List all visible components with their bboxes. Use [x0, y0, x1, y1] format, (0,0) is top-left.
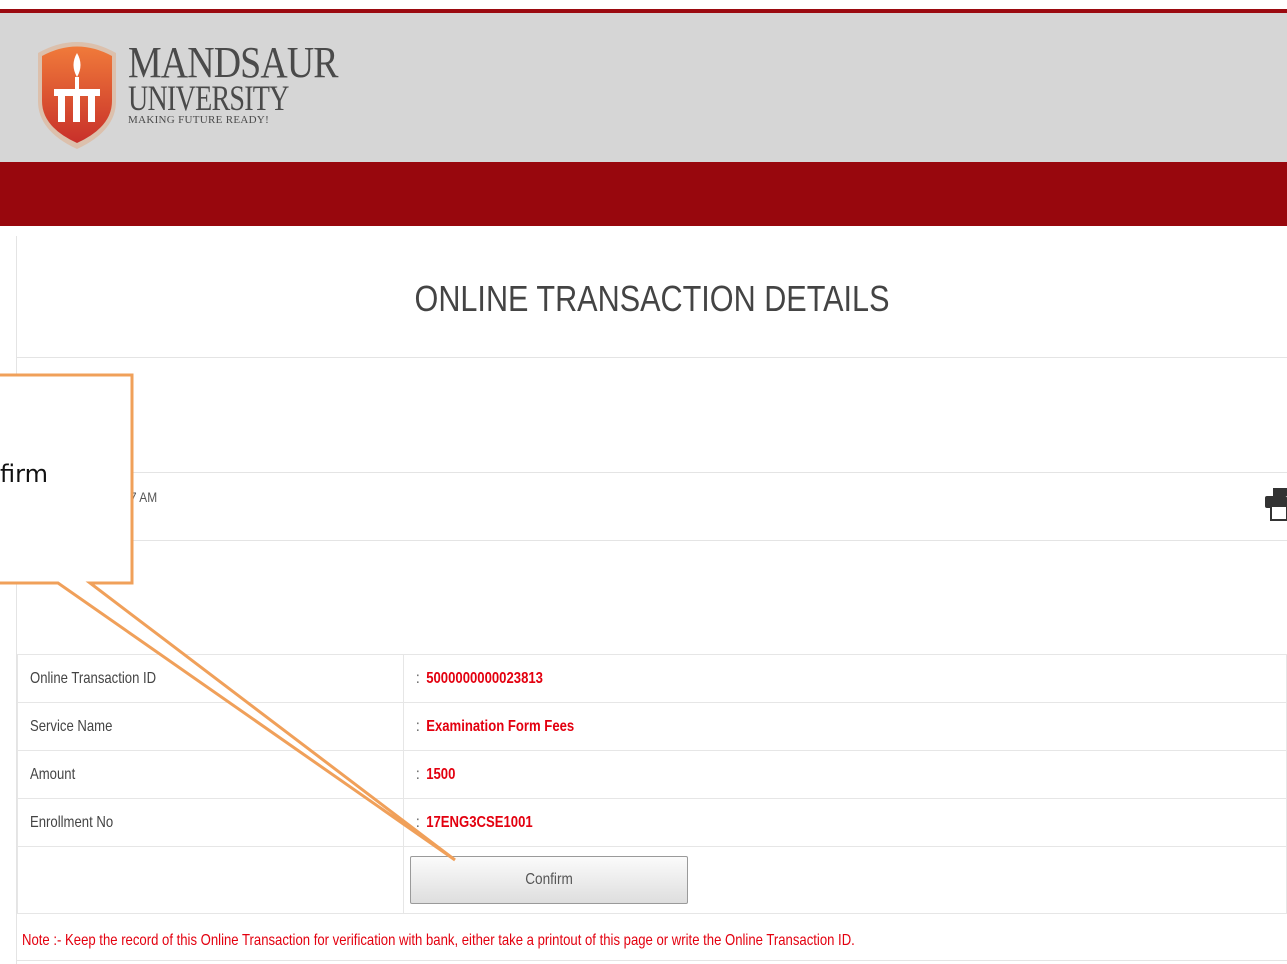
- brand-subname: UNIVERSITY: [128, 78, 289, 118]
- divider: [17, 472, 1287, 473]
- empty-cell: [17, 846, 404, 914]
- amount-value: 1500: [426, 765, 456, 783]
- page-title: ONLINE TRANSACTION DETAILS: [414, 278, 890, 319]
- button-cell: Confirm: [403, 846, 1287, 914]
- transaction-time: 7 AM: [130, 489, 158, 505]
- divider: [17, 960, 1287, 961]
- table-row: Amount :1500: [17, 750, 1287, 799]
- printer-icon[interactable]: [1263, 484, 1287, 528]
- note-text: Note :- Keep the record of this Online T…: [22, 932, 855, 949]
- divider: [17, 357, 1287, 358]
- brand-name: MANDSAUR: [128, 38, 339, 87]
- row-value: :5000000000023813: [403, 654, 1287, 703]
- top-strip: [0, 0, 1287, 9]
- row-label: Amount: [17, 750, 404, 799]
- university-brand: MANDSAUR UNIVERSITY MAKING FUTURE READY!: [128, 38, 372, 127]
- site-header: MANDSAUR UNIVERSITY MAKING FUTURE READY!: [0, 13, 1287, 162]
- transaction-id-value: 5000000000023813: [426, 669, 543, 687]
- row-label: Enrollment No: [17, 798, 404, 847]
- nav-bar: [0, 162, 1287, 226]
- row-value: :1500: [403, 750, 1287, 799]
- table-row: Online Transaction ID :5000000000023813: [17, 654, 1287, 703]
- divider: [17, 540, 1287, 541]
- enrollment-no-value: 17ENG3CSE1001: [426, 813, 533, 831]
- table-row: Enrollment No :17ENG3CSE1001: [17, 798, 1287, 847]
- row-value: : Examination Form Fees: [403, 702, 1287, 751]
- university-logo[interactable]: [32, 31, 122, 151]
- table-row: Service Name : Examination Form Fees: [17, 702, 1287, 751]
- table-row: Confirm: [17, 846, 1287, 914]
- callout-text: firm: [0, 460, 48, 488]
- row-label: Service Name: [17, 702, 404, 751]
- confirm-button[interactable]: Confirm: [410, 856, 688, 904]
- row-value: :17ENG3CSE1001: [403, 798, 1287, 847]
- row-label: Online Transaction ID: [17, 654, 404, 703]
- transaction-details-table: Online Transaction ID :5000000000023813 …: [17, 654, 1287, 914]
- service-name-value: Examination Form Fees: [426, 717, 575, 735]
